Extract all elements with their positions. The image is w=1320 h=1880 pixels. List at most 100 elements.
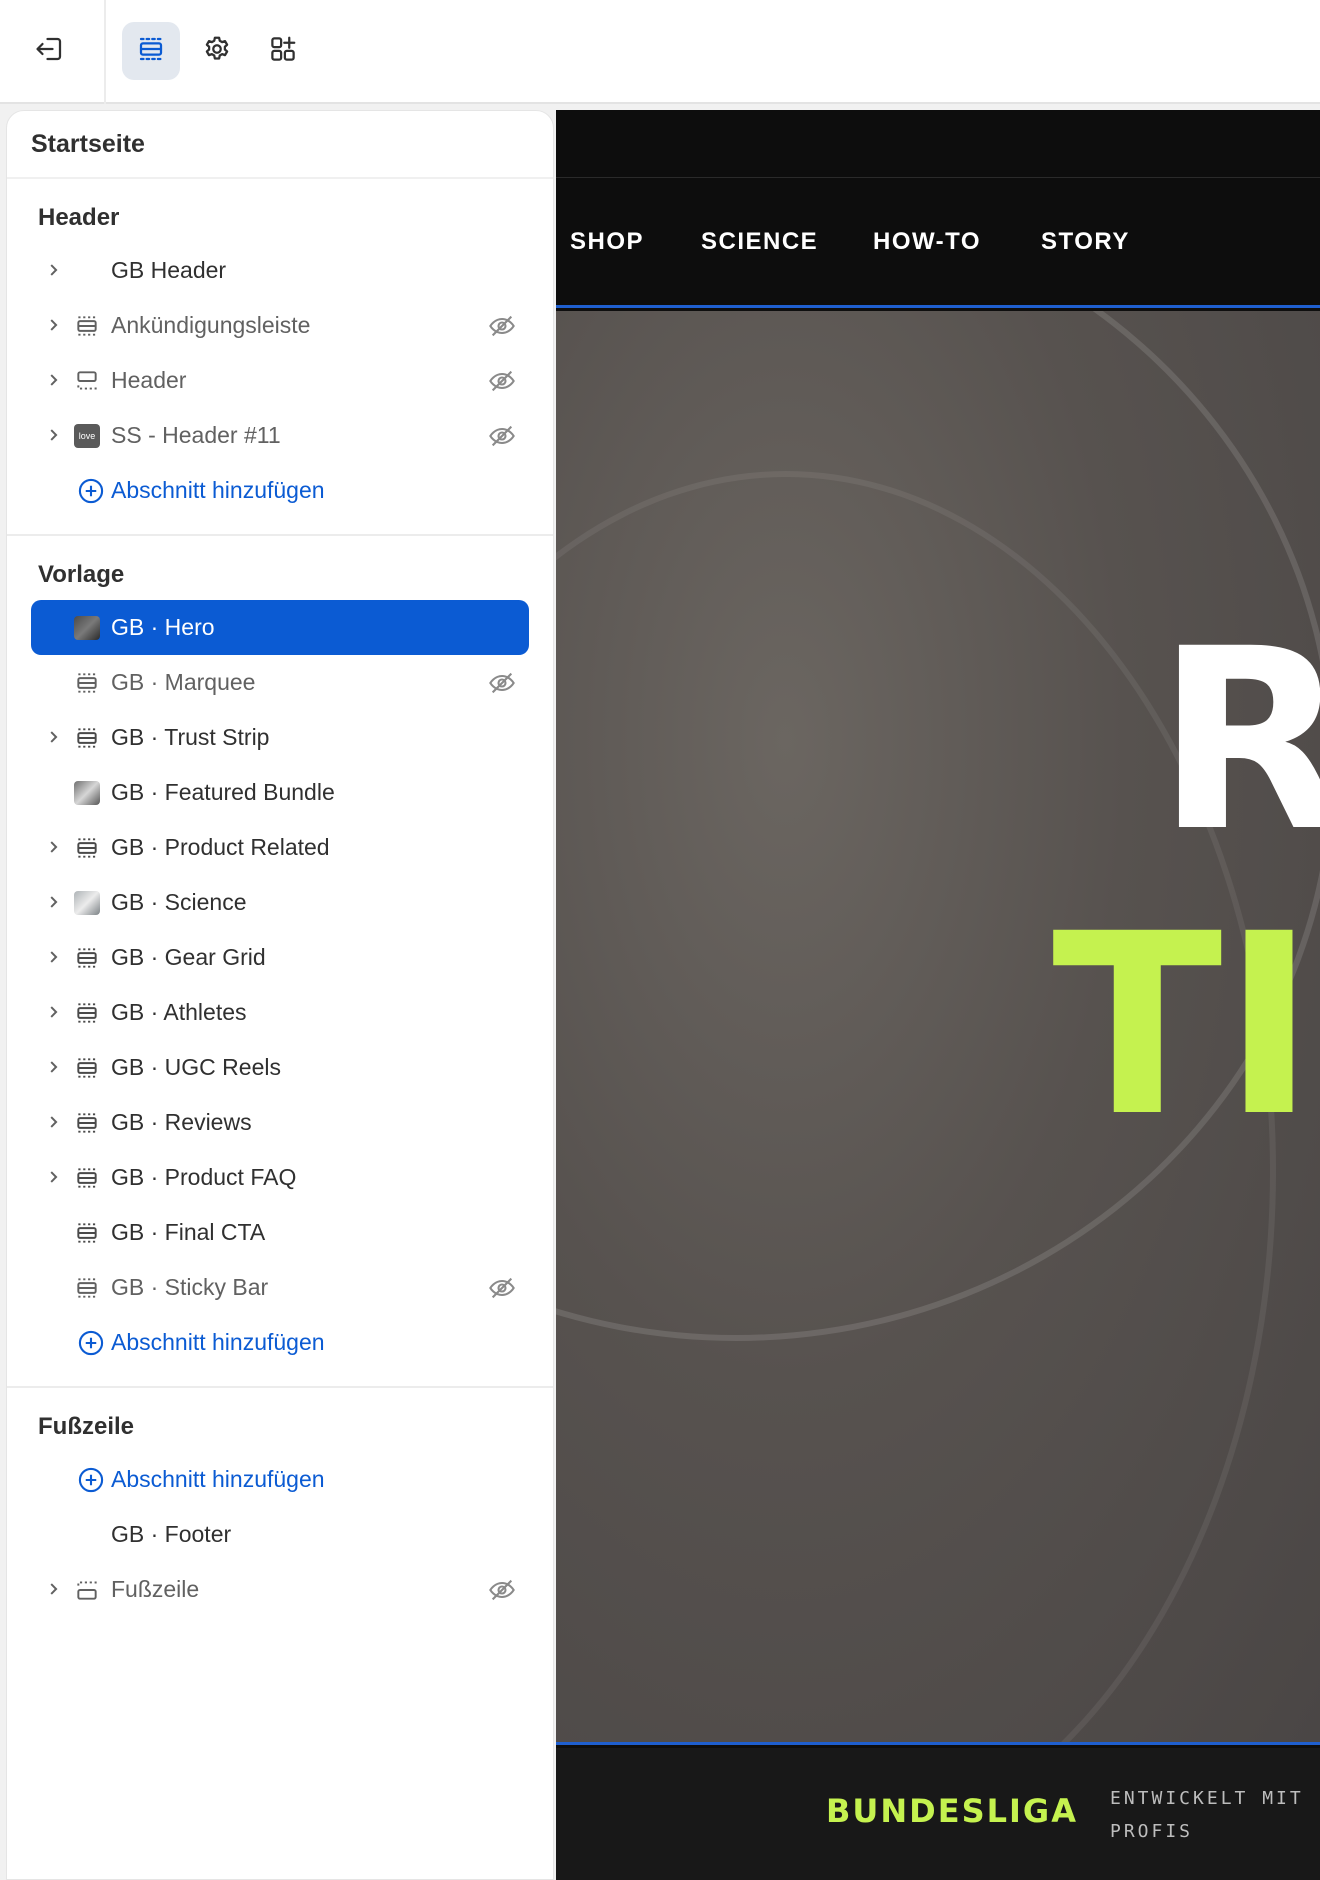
add-section-label: Abschnitt hinzufügen (111, 1329, 325, 1355)
hero-section-preview[interactable]: R TI (556, 311, 1320, 1745)
header-group: Header GB Header Ankündigungsleiste Head… (7, 179, 553, 536)
section-label: GB · Marquee (111, 669, 256, 695)
section-icon (73, 1164, 101, 1192)
section-icon (73, 944, 101, 972)
section-footer[interactable]: Fußzeile (7, 1562, 553, 1617)
add-section-label: Abschnitt hinzufügen (111, 1466, 325, 1492)
theme-settings-button[interactable] (188, 22, 246, 80)
announcement-bar-preview[interactable] (556, 110, 1320, 178)
section-icon (73, 999, 101, 1027)
section-icon (73, 1109, 101, 1137)
section-label: Ankündigungsleiste (111, 312, 311, 338)
section-label: GB · Featured Bundle (111, 779, 335, 805)
group-heading-template: Vorlage (38, 561, 125, 588)
header-section-icon (73, 367, 101, 395)
nav-link-science[interactable]: SCIENCE (701, 178, 818, 306)
section-label: GB · Product FAQ (111, 1164, 297, 1190)
section-label: Fußzeile (111, 1576, 200, 1602)
storefront-preview[interactable]: SHOP SCIENCE HOW-TO STORY R TI BUNDESLIG… (556, 110, 1320, 1880)
chevron-right-icon[interactable] (43, 726, 65, 748)
science-thumbnail (74, 891, 100, 915)
chevron-right-icon[interactable] (43, 891, 65, 913)
section-label: GB · Gear Grid (111, 944, 266, 970)
chevron-right-icon[interactable] (43, 1056, 65, 1078)
eye-off-icon[interactable] (487, 311, 517, 341)
add-section-button-template[interactable]: Abschnitt hinzufügen (7, 1315, 553, 1370)
sections-icon (136, 34, 166, 69)
section-gb-science[interactable]: GB · Science (7, 875, 553, 930)
section-gb-gear-grid[interactable]: GB · Gear Grid (7, 930, 553, 985)
nav-link-how-to[interactable]: HOW-TO (873, 178, 981, 306)
section-thumbnail: love (73, 422, 101, 450)
section-gb-trust-strip[interactable]: GB · Trust Strip (7, 710, 553, 765)
template-group: Vorlage GB · Hero GB · Marquee GB · Trus… (7, 536, 553, 1388)
nav-link-story[interactable]: STORY (1041, 178, 1130, 306)
hero-thumbnail (74, 616, 100, 640)
section-label: SS - Header #11 (111, 422, 281, 448)
section-gb-header[interactable]: GB Header (7, 243, 553, 298)
section-announcement-bar[interactable]: Ankündigungsleiste (7, 298, 553, 353)
logo-thumbnail: love (74, 424, 100, 448)
section-gb-product-related[interactable]: GB · Product Related (7, 820, 553, 875)
eye-off-icon[interactable] (487, 1575, 517, 1605)
section-gb-athletes[interactable]: GB · Athletes (7, 985, 553, 1040)
chevron-right-icon[interactable] (43, 424, 65, 446)
add-section-label: Abschnitt hinzufügen (111, 477, 325, 503)
trust-strip-brand: BUNDESLIGA (826, 1792, 1078, 1830)
chevron-right-icon[interactable] (43, 314, 65, 336)
eye-off-icon[interactable] (487, 421, 517, 451)
plus-circle-icon (77, 1466, 105, 1494)
section-icon (73, 312, 101, 340)
chevron-right-icon[interactable] (43, 1166, 65, 1188)
section-gb-final-cta[interactable]: GB · Final CTA (7, 1205, 553, 1260)
section-thumbnail (73, 614, 101, 642)
bundle-thumbnail (74, 781, 100, 805)
page-title: Startseite (7, 111, 553, 179)
section-label: GB Header (111, 257, 227, 283)
add-section-button-footer[interactable]: Abschnitt hinzufügen (7, 1452, 553, 1507)
chevron-right-icon[interactable] (43, 1578, 65, 1600)
section-gb-hero[interactable]: GB · Hero (31, 600, 529, 655)
eye-off-icon[interactable] (487, 366, 517, 396)
section-ss-header-11[interactable]: love SS - Header #11 (7, 408, 553, 463)
trust-strip-claim: ENTWICKELT MIT PROFIS (1110, 1788, 1304, 1842)
section-label: GB · Footer (111, 1521, 232, 1547)
section-label: GB · Final CTA (111, 1219, 266, 1245)
gear-icon (202, 34, 232, 69)
exit-icon (35, 34, 65, 69)
chevron-right-icon[interactable] (43, 369, 65, 391)
chevron-right-icon[interactable] (43, 836, 65, 858)
group-heading-footer: Fußzeile (38, 1413, 135, 1440)
top-toolbar (0, 0, 1320, 104)
site-navigation[interactable]: SHOP SCIENCE HOW-TO STORY (556, 178, 1320, 308)
section-label: GB · Trust Strip (111, 724, 270, 750)
chevron-right-icon[interactable] (43, 1111, 65, 1133)
section-gb-featured-bundle[interactable]: GB · Featured Bundle (7, 765, 553, 820)
section-thumbnail (73, 779, 101, 807)
exit-button[interactable] (22, 26, 78, 76)
add-section-button-header[interactable]: Abschnitt hinzufügen (7, 463, 553, 518)
nav-link-shop[interactable]: SHOP (570, 178, 644, 306)
section-label: GB · UGC Reels (111, 1054, 281, 1080)
eye-off-icon[interactable] (487, 1273, 517, 1303)
section-gb-sticky-bar[interactable]: GB · Sticky Bar (7, 1260, 553, 1315)
chevron-right-icon[interactable] (43, 259, 65, 281)
section-gb-reviews[interactable]: GB · Reviews (7, 1095, 553, 1150)
chevron-right-icon[interactable] (43, 1001, 65, 1023)
plus-circle-icon (77, 1329, 105, 1357)
trust-strip-preview[interactable]: BUNDESLIGA ENTWICKELT MIT PROFIS (556, 1748, 1320, 1880)
hero-headline-line1: R (1156, 616, 1320, 866)
sections-tab-button[interactable] (122, 22, 180, 80)
section-gb-footer[interactable]: GB · Footer (7, 1507, 553, 1562)
section-gb-ugc-reels[interactable]: GB · UGC Reels (7, 1040, 553, 1095)
section-gb-marquee[interactable]: GB · Marquee (7, 655, 553, 710)
section-header[interactable]: Header (7, 353, 553, 408)
group-heading-header: Header (38, 204, 120, 231)
app-embeds-button[interactable] (254, 22, 312, 80)
section-thumbnail (73, 889, 101, 917)
sections-sidebar: Startseite Header GB Header Ankündigungs… (6, 110, 554, 1880)
section-icon (73, 1054, 101, 1082)
chevron-right-icon[interactable] (43, 946, 65, 968)
section-gb-product-faq[interactable]: GB · Product FAQ (7, 1150, 553, 1205)
eye-off-icon[interactable] (487, 668, 517, 698)
